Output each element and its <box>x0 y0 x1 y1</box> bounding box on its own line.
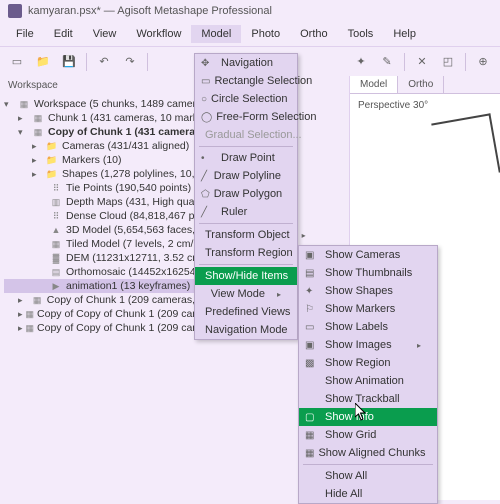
menu-help[interactable]: Help <box>383 25 426 43</box>
image-icon: ▣ <box>305 340 321 351</box>
menu-draw-point[interactable]: •Draw Point <box>195 149 297 167</box>
undo-icon[interactable]: ↶ <box>93 51 115 73</box>
menu-navigation[interactable]: ✥Navigation <box>195 54 297 72</box>
titlebar: kamyaran.psx* — Agisoft Metashape Profes… <box>0 0 500 22</box>
show-labels[interactable]: ▭Show Labels <box>299 318 437 336</box>
hide-all[interactable]: Hide All <box>299 485 437 503</box>
chevron-right-icon: ▸ <box>290 231 306 240</box>
menu-draw-polyline[interactable]: ╱Draw Polyline <box>195 167 297 185</box>
grid-icon: ▦ <box>305 430 321 441</box>
menu-edit[interactable]: Edit <box>44 25 83 43</box>
crop-icon[interactable]: ◰ <box>437 51 459 73</box>
folder-icon: 📁 <box>45 140 59 152</box>
depth-icon: ▥ <box>49 196 63 208</box>
menu-ruler[interactable]: ╱Ruler <box>195 203 297 221</box>
aligned-icon: ▦ <box>305 448 314 459</box>
circle-icon: ○ <box>201 94 207 105</box>
menu-workflow[interactable]: Workflow <box>126 25 191 43</box>
window-title: kamyaran.psx* — Agisoft Metashape Profes… <box>28 5 272 17</box>
menu-nav-mode[interactable]: Navigation Mode▸ <box>195 321 297 339</box>
animation-icon: ▶ <box>49 280 63 292</box>
axis-indicator <box>431 113 500 183</box>
wand-icon[interactable]: ✦ <box>350 51 372 73</box>
zoom-icon[interactable]: ⊕ <box>472 51 494 73</box>
polyline-icon: ╱ <box>201 171 210 182</box>
dem-icon: ▓ <box>49 252 63 264</box>
redo-icon[interactable]: ↷ <box>119 51 141 73</box>
menu-gradual-select[interactable]: Gradual Selection... <box>195 126 297 144</box>
show-grid[interactable]: ▦Show Grid <box>299 426 437 444</box>
show-aligned[interactable]: ▦Show Aligned Chunks <box>299 444 437 462</box>
new-icon[interactable]: ▭ <box>6 51 28 73</box>
menu-model[interactable]: Model <box>191 25 241 43</box>
menu-circle-select[interactable]: ○Circle Selection <box>195 90 297 108</box>
shapes-icon: ✦ <box>305 286 321 297</box>
menubar: File Edit View Workflow Model Photo Orth… <box>0 22 500 46</box>
chunk-icon: ▦ <box>26 322 35 334</box>
show-thumbnails[interactable]: ▤Show Thumbnails <box>299 264 437 282</box>
tab-model[interactable]: Model <box>350 76 398 93</box>
show-trackball[interactable]: Show Trackball <box>299 390 437 408</box>
chevron-right-icon: ▸ <box>405 341 421 350</box>
workspace-icon: ▦ <box>17 98 31 110</box>
chunk-icon: ▦ <box>26 308 35 320</box>
folder-icon: 📁 <box>45 154 59 166</box>
show-shapes[interactable]: ✦Show Shapes <box>299 282 437 300</box>
model-dropdown: ✥Navigation ▭Rectangle Selection ○Circle… <box>194 53 298 340</box>
menu-transform-region[interactable]: Transform Region▸ <box>195 244 297 262</box>
show-animation[interactable]: Show Animation <box>299 372 437 390</box>
region-icon: ▩ <box>305 358 321 369</box>
pencil-icon[interactable]: ✎ <box>376 51 398 73</box>
delete-icon[interactable]: ✕ <box>411 51 433 73</box>
menu-view[interactable]: View <box>83 25 127 43</box>
menu-predefined-views[interactable]: Predefined Views▸ <box>195 303 297 321</box>
menu-transform-object[interactable]: Transform Object▸ <box>195 226 297 244</box>
chunk-icon: ▦ <box>30 294 43 306</box>
ruler-icon: ╱ <box>201 207 217 218</box>
info-icon: ▢ <box>305 412 321 423</box>
menu-view-mode[interactable]: View Mode▸ <box>195 285 297 303</box>
perspective-label: Perspective 30° <box>358 100 428 111</box>
show-cameras[interactable]: ▣Show Cameras <box>299 246 437 264</box>
tiled-icon: ▦ <box>49 238 63 250</box>
lasso-icon: ◯ <box>201 112 212 123</box>
label-icon: ▭ <box>305 322 321 333</box>
show-info[interactable]: ▢Show Info <box>299 408 437 426</box>
menu-draw-polygon[interactable]: ⬠Draw Polygon <box>195 185 297 203</box>
chunk-icon: ▦ <box>31 112 45 124</box>
show-markers[interactable]: ⚐Show Markers <box>299 300 437 318</box>
rect-icon: ▭ <box>201 76 210 87</box>
chevron-right-icon: ▸ <box>265 290 281 299</box>
folder-icon: 📁 <box>45 168 59 180</box>
model-icon: ▲ <box>49 224 63 236</box>
nav-icon: ✥ <box>201 58 217 69</box>
menu-rect-select[interactable]: ▭Rectangle Selection <box>195 72 297 90</box>
showhide-submenu: ▣Show Cameras ▤Show Thumbnails ✦Show Sha… <box>298 245 438 504</box>
dense-icon: ⠿ <box>49 210 63 222</box>
menu-tools[interactable]: Tools <box>338 25 384 43</box>
chunk-icon: ▦ <box>31 126 45 138</box>
marker-icon: ⚐ <box>305 304 321 315</box>
camera-icon: ▣ <box>305 250 321 261</box>
menu-freeform-select[interactable]: ◯Free-Form Selection <box>195 108 297 126</box>
tab-ortho[interactable]: Ortho <box>398 76 444 93</box>
open-icon[interactable]: 📁 <box>32 51 54 73</box>
show-all[interactable]: Show All <box>299 467 437 485</box>
menu-file[interactable]: File <box>6 25 44 43</box>
menu-photo[interactable]: Photo <box>241 25 290 43</box>
view-tabs: Model Ortho <box>350 76 500 94</box>
polygon-icon: ⬠ <box>201 189 210 200</box>
ortho-icon: ▤ <box>49 266 63 278</box>
save-icon[interactable]: 💾 <box>58 51 80 73</box>
show-region[interactable]: ▩Show Region <box>299 354 437 372</box>
show-images[interactable]: ▣Show Images▸ <box>299 336 437 354</box>
menu-ortho[interactable]: Ortho <box>290 25 338 43</box>
point-icon: • <box>201 153 217 164</box>
menu-show-hide[interactable]: Show/Hide Items▸ <box>195 267 297 285</box>
app-icon <box>8 4 22 18</box>
tiepoints-icon: ⠿ <box>49 182 63 194</box>
thumb-icon: ▤ <box>305 268 321 279</box>
